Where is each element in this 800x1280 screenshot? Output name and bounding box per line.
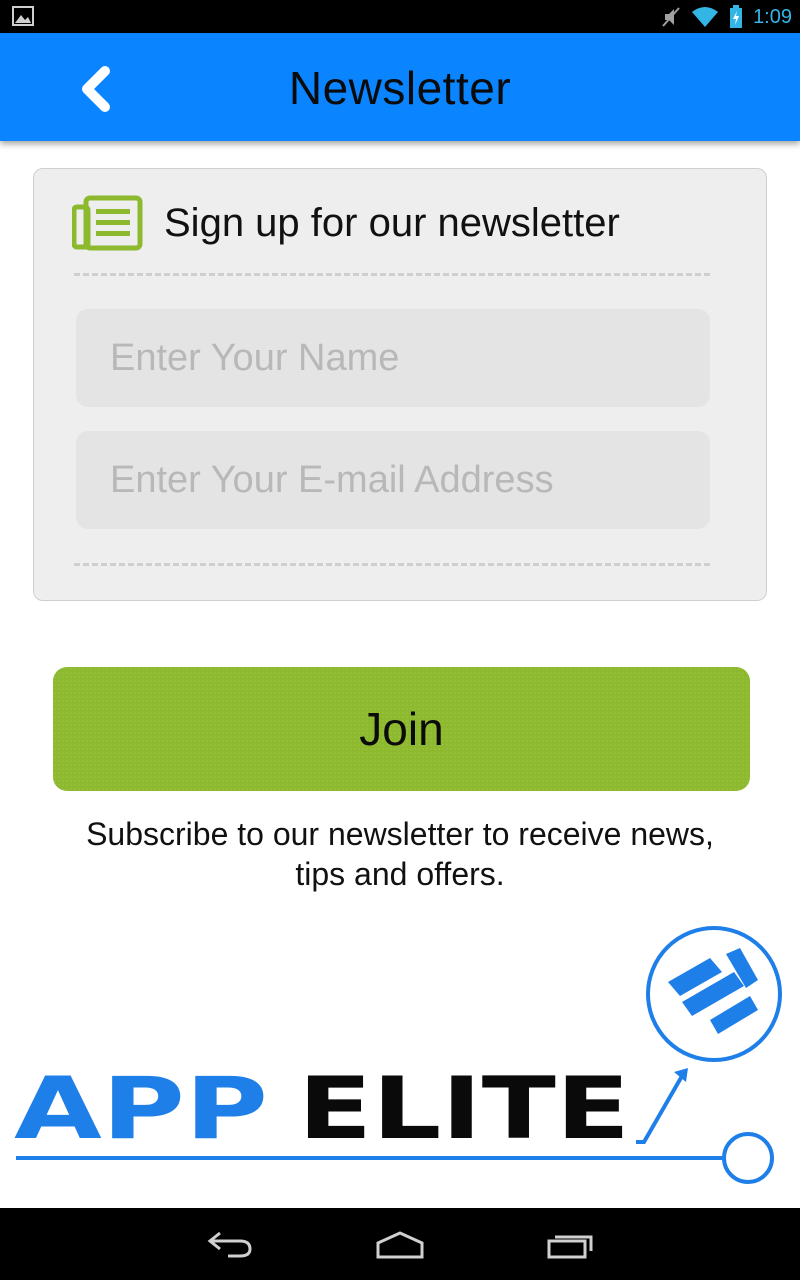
status-time: 1:09 <box>753 5 792 28</box>
page-title: Newsletter <box>288 62 512 114</box>
home-icon <box>376 1231 424 1259</box>
status-icons: 1:09 <box>661 4 792 30</box>
battery-charging-icon <box>730 5 743 28</box>
app-elite-logo: APP ELITE <box>14 926 782 1184</box>
app-header: Newsletter <box>0 33 800 141</box>
name-input[interactable] <box>76 309 710 407</box>
logo-word-elite: ELITE <box>298 1059 630 1159</box>
back-arrow-icon <box>207 1231 252 1258</box>
newsletter-signup-card: Sign up for our newsletter <box>33 168 767 601</box>
logo-emblem-icon <box>668 948 758 1034</box>
divider <box>74 273 710 276</box>
nav-home-button[interactable] <box>370 1224 430 1264</box>
recent-apps-icon <box>547 1235 593 1259</box>
newspaper-icon <box>72 195 143 251</box>
subscribe-line-2: tips and offers. <box>295 856 505 892</box>
mute-icon <box>662 7 680 27</box>
wifi-icon <box>692 7 719 27</box>
status-bar: 1:09 <box>0 0 800 33</box>
card-heading: Sign up for our newsletter <box>164 201 620 245</box>
email-input[interactable] <box>76 431 710 529</box>
join-button[interactable]: Join <box>53 667 750 791</box>
nav-recent-apps-button[interactable] <box>540 1224 600 1264</box>
logo-word-app: APP <box>14 1059 268 1159</box>
nav-back-button[interactable] <box>200 1224 260 1264</box>
subscribe-description: Subscribe to our newsletter to receive n… <box>40 814 760 894</box>
system-nav-bar <box>0 1208 800 1280</box>
subscribe-line-1: Subscribe to our newsletter to receive n… <box>86 816 714 852</box>
gallery-notification-icon <box>12 6 34 26</box>
divider <box>74 563 710 566</box>
